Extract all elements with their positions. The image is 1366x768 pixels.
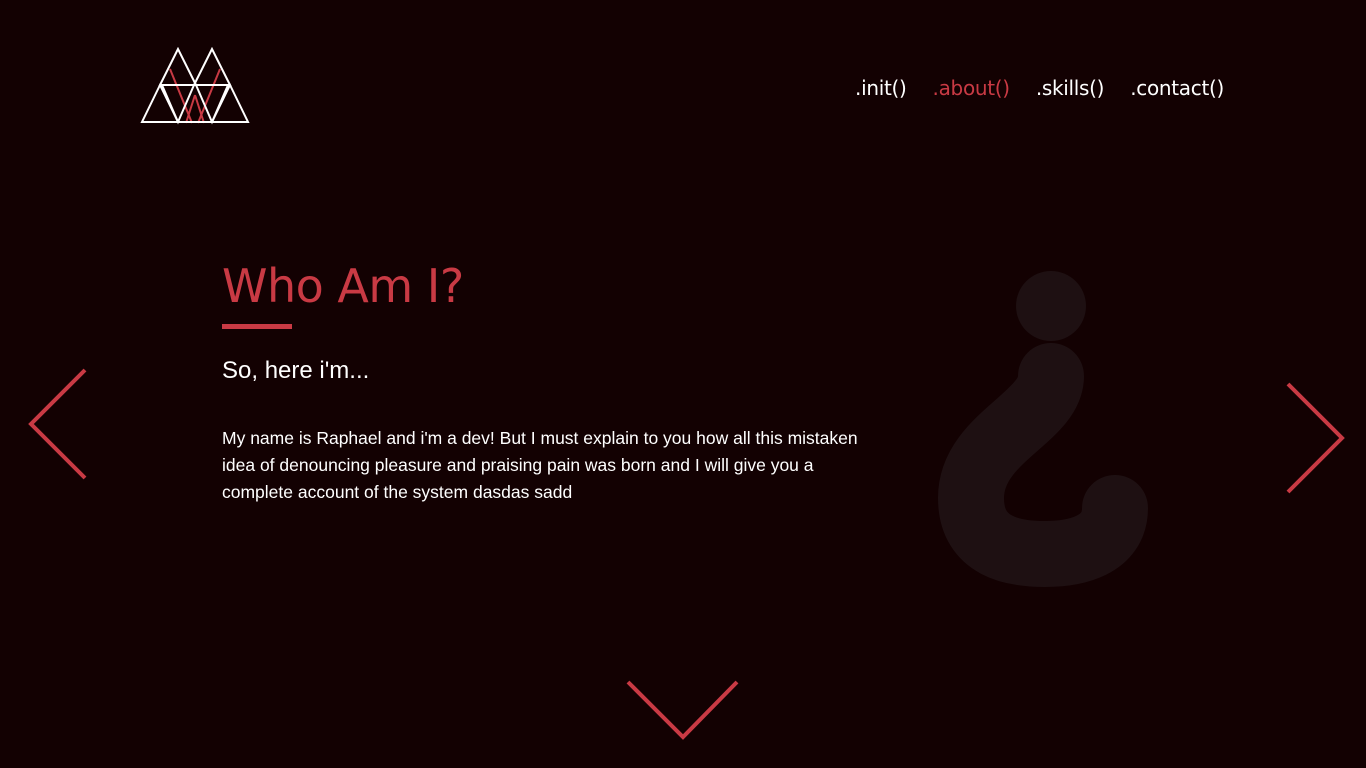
main-nav: .init() .about() .skills() .contact() xyxy=(855,76,1224,100)
nav-item-contact[interactable]: .contact() xyxy=(1130,76,1224,100)
nav-item-skills[interactable]: .skills() xyxy=(1036,76,1105,100)
site-logo[interactable] xyxy=(140,46,250,125)
next-slide-button[interactable] xyxy=(1280,380,1350,496)
chevron-left-icon xyxy=(28,368,87,480)
chevron-right-icon xyxy=(1286,382,1345,494)
title-underline xyxy=(222,324,292,329)
watermark xyxy=(935,268,1155,598)
previous-slide-button[interactable] xyxy=(24,366,90,482)
page-title: Who Am I? xyxy=(222,259,464,313)
nav-item-about[interactable]: .about() xyxy=(933,76,1011,100)
about-description: My name is Raphael and i'm a dev! But I … xyxy=(222,428,858,502)
scroll-down-button[interactable] xyxy=(624,676,742,742)
triangles-logo-icon xyxy=(140,46,250,125)
nav-item-init[interactable]: .init() xyxy=(855,76,907,100)
about-section: Who Am I? So, here i'm... My name is Rap… xyxy=(222,254,882,506)
inverted-question-mark-icon xyxy=(937,271,1148,588)
section-subtitle: So, here i'm... xyxy=(222,357,370,384)
chevron-down-icon xyxy=(626,680,739,740)
